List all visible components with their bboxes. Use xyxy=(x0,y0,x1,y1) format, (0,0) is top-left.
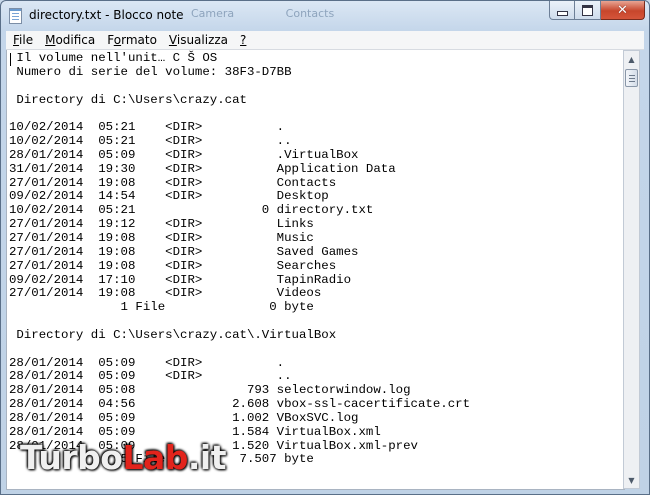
vertical-scrollbar[interactable]: ▲ ▼ xyxy=(623,50,640,489)
document-text[interactable]: Il volume nell'unit… C Š OS Numero di se… xyxy=(9,51,470,467)
turbolab-watermark-logo: TurboLab.it xyxy=(20,438,227,477)
scroll-thumb[interactable] xyxy=(625,69,638,87)
menu-formato[interactable]: Formato xyxy=(100,33,162,47)
notepad-icon[interactable] xyxy=(9,8,22,24)
title-bar[interactable]: Camera Contacts directory.txt - Blocco n… xyxy=(1,1,649,31)
background-tab-label: Camera xyxy=(191,7,235,20)
scroll-up-button[interactable]: ▲ xyxy=(624,51,639,67)
menu-file[interactable]: File xyxy=(6,33,38,47)
menu-visualizza[interactable]: Visualizza xyxy=(162,33,233,47)
minimize-button[interactable] xyxy=(549,1,575,20)
close-icon: ✕ xyxy=(617,2,628,18)
caption-buttons: ✕ xyxy=(549,1,645,21)
maximize-button[interactable] xyxy=(575,1,601,20)
scroll-down-button[interactable]: ▼ xyxy=(624,472,639,488)
window-title: directory.txt - Blocco note xyxy=(29,8,184,22)
grip-line xyxy=(629,78,635,79)
watermark-part: Turbo xyxy=(20,438,123,477)
arrow-up-icon: ▲ xyxy=(628,54,635,64)
background-window-labels: Camera Contacts xyxy=(191,7,382,20)
text-editor-area[interactable]: Il volume nell'unit… C Š OS Numero di se… xyxy=(6,50,625,490)
minimize-icon xyxy=(556,10,568,16)
background-tab-label: Contacts xyxy=(285,7,335,20)
text-caret xyxy=(10,53,11,66)
grip-line xyxy=(629,81,635,82)
menu-bar: File Modifica Formato Visualizza ? xyxy=(6,31,644,50)
menu-help[interactable]: ? xyxy=(233,33,251,47)
close-button[interactable]: ✕ xyxy=(601,1,645,20)
watermark-part: Lab xyxy=(122,438,188,477)
watermark-part: .it xyxy=(187,438,227,477)
arrow-down-icon: ▼ xyxy=(628,475,635,485)
notepad-window: Camera Contacts directory.txt - Blocco n… xyxy=(0,0,650,495)
grip-line xyxy=(629,75,635,76)
menu-modifica[interactable]: Modifica xyxy=(38,33,100,47)
maximize-icon xyxy=(582,4,593,16)
